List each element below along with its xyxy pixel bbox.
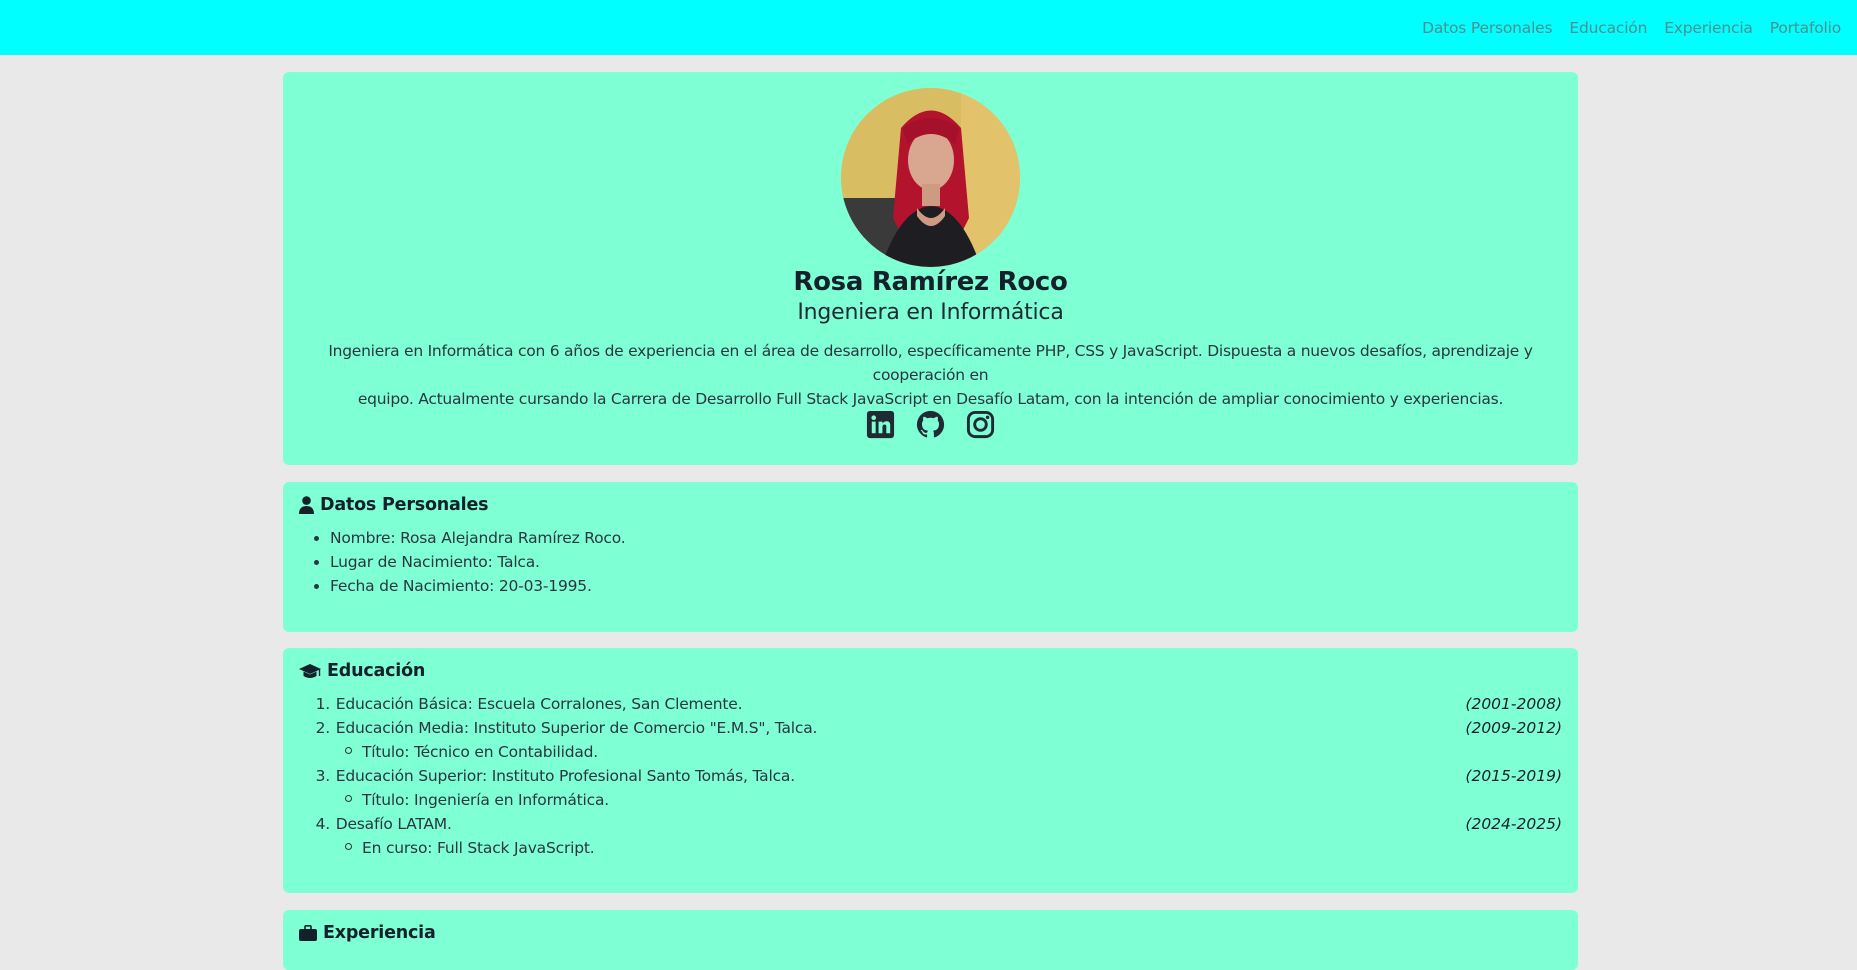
instagram-icon[interactable] [965, 409, 996, 440]
education-entry-text: 1. Educación Básica: Escuela Corralones,… [315, 695, 743, 713]
nav-link-experiencia[interactable]: Experiencia [1664, 19, 1753, 37]
top-navbar: Datos Personales Educación Experiencia P… [0, 0, 1857, 55]
linkedin-icon[interactable] [865, 409, 896, 440]
education-card: Educación 1. Educación Básica: Escuela C… [283, 648, 1578, 893]
education-sub-item: Título: Ingeniería en Informática. [299, 788, 1562, 812]
user-icon [299, 496, 314, 514]
social-links [283, 409, 1578, 440]
education-entry: 2. Educación Media: Instituto Superior d… [299, 716, 1562, 740]
personal-data-heading: Datos Personales [299, 495, 489, 515]
education-heading: Educación [299, 661, 425, 681]
profile-card: Rosa Ramírez Roco Ingeniera en Informáti… [283, 72, 1578, 465]
list-item: Lugar de Nacimiento: Talca. [330, 550, 625, 574]
nav-links: Datos Personales Educación Experiencia P… [1422, 0, 1841, 55]
education-entry: 1. Educación Básica: Escuela Corralones,… [299, 692, 1562, 716]
graduation-cap-icon [299, 663, 321, 678]
personal-data-card: Datos Personales Nombre: Rosa Alejandra … [283, 482, 1578, 632]
nav-link-educacion[interactable]: Educación [1569, 19, 1647, 37]
personal-data-list: Nombre: Rosa Alejandra Ramírez Roco. Lug… [313, 526, 626, 598]
education-entry-years: (2009-2012) [1465, 719, 1562, 737]
profile-bio: Ingeniera en Informática con 6 años de e… [303, 339, 1558, 411]
bio-line-1: Ingeniera en Informática con 6 años de e… [328, 342, 1533, 384]
nav-link-datos-personales[interactable]: Datos Personales [1422, 19, 1553, 37]
profile-photo [841, 88, 1020, 267]
education-entry-years: (2001-2008) [1465, 695, 1562, 713]
bio-line-2: equipo. Actualmente cursando la Carrera … [357, 390, 1504, 408]
nav-link-portafolio[interactable]: Portafolio [1770, 19, 1841, 37]
experience-card: Experiencia [283, 910, 1578, 970]
experience-heading: Experiencia [299, 923, 436, 943]
experience-title: Experiencia [323, 923, 436, 943]
list-item: Nombre: Rosa Alejandra Ramírez Roco. [330, 526, 626, 550]
education-entry-text: 3. Educación Superior: Instituto Profesi… [315, 767, 796, 785]
education-sub-item: Título: Técnico en Contabilidad. [299, 740, 1562, 764]
list-item: Fecha de Nacimiento: 20-03-1995. [330, 574, 625, 598]
profile-name: Rosa Ramírez Roco [793, 267, 1068, 297]
education-title: Educación [327, 661, 426, 681]
education-entry-years: (2015-2019) [1465, 767, 1562, 785]
personal-data-title: Datos Personales [320, 495, 489, 515]
education-entry-years: (2024-2025) [1465, 815, 1562, 833]
profile-role: Ingeniera en Informática [797, 300, 1064, 325]
briefcase-icon [299, 925, 317, 941]
education-sub-item: En curso: Full Stack JavaScript. [299, 836, 1562, 860]
education-entry-text: 4. Desafío LATAM. [315, 815, 452, 833]
github-icon[interactable] [915, 409, 946, 440]
education-list: 1. Educación Básica: Escuela Corralones,… [299, 692, 1562, 860]
education-entry-text: 2. Educación Media: Instituto Superior d… [315, 719, 818, 737]
education-entry: 4. Desafío LATAM. (2024-2025) [299, 812, 1562, 836]
education-entry: 3. Educación Superior: Instituto Profesi… [299, 764, 1562, 788]
